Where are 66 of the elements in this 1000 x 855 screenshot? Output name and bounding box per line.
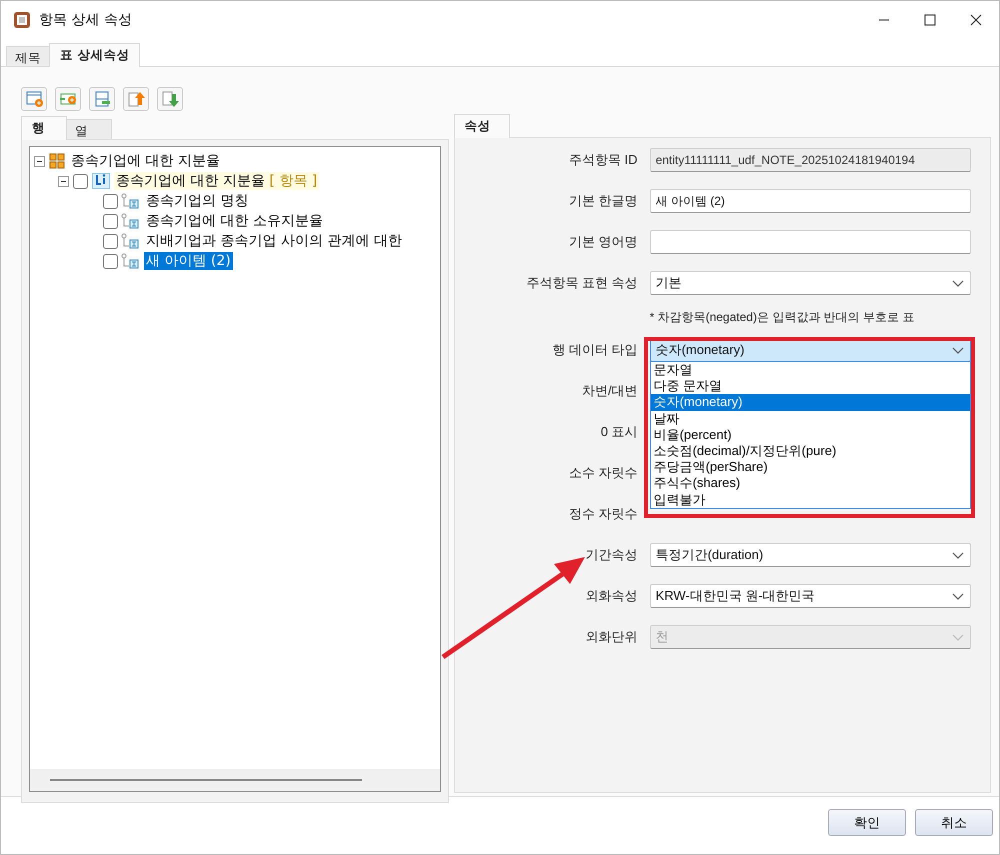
note-text: * 차감항목(negated)은 입력값과 반대의 부호로 표 — [650, 308, 916, 326]
field-label: 외화단위 — [586, 628, 638, 646]
move-up-button[interactable] — [123, 87, 149, 111]
tree-item[interactable]: 종속기업의 명칭 — [144, 192, 250, 210]
field-icon — [120, 233, 140, 249]
dropdown-option[interactable]: 날짜 — [650, 410, 970, 427]
insert-row-button[interactable] — [55, 87, 81, 111]
tree-item[interactable]: 새 아이템 (2) — [144, 252, 233, 270]
field-label: 정수 자릿수 — [568, 505, 638, 523]
field-label: 주석항목 표현 속성 — [526, 274, 638, 292]
collapse-toggle[interactable] — [34, 156, 45, 166]
text-field[interactable] — [650, 230, 971, 254]
field-label: 차변/대변 — [582, 382, 638, 400]
checkbox[interactable] — [103, 214, 118, 228]
dropdown-option[interactable]: 문자열 — [650, 362, 970, 378]
field-label: 기간속성 — [586, 546, 638, 564]
checkbox[interactable] — [103, 234, 118, 248]
tree-item[interactable]: 종속기업에 대한 지분율 — [69, 152, 222, 170]
collapse-toggle[interactable] — [58, 176, 69, 186]
checkbox[interactable] — [103, 254, 118, 268]
app-icon — [13, 11, 31, 29]
dropdown[interactable]: KRW-대한민국 원-대한민국 — [650, 584, 971, 608]
field-label: 기본 한글명 — [568, 192, 638, 210]
field-label: 행 데이터 타입 — [552, 341, 638, 359]
tab[interactable]: 표 상세속성 — [49, 43, 140, 67]
field-label: 소수 자릿수 — [568, 464, 638, 482]
delete-row-icon — [92, 90, 112, 108]
field-icon — [120, 213, 140, 229]
move-down-button[interactable] — [157, 87, 183, 111]
close-icon — [970, 14, 982, 26]
dropdown-option[interactable]: 입력불가 — [650, 492, 970, 508]
dropdown-option[interactable]: 소숫점(decimal)/지정단위(pure) — [650, 442, 970, 460]
move-down-icon — [160, 90, 180, 108]
tab[interactable]: 열 — [66, 119, 112, 139]
list-icon — [95, 174, 107, 185]
dropdown[interactable]: 기본 — [650, 271, 971, 295]
maximize-icon — [924, 14, 936, 26]
cancel-button[interactable]: 취소 — [915, 809, 993, 836]
ok-button[interactable]: 확인 — [828, 809, 906, 836]
tab[interactable]: 제목 — [6, 46, 50, 66]
move-up-icon — [126, 90, 146, 108]
field-label: 외화속성 — [586, 587, 638, 605]
dropdown-option[interactable]: 주식수(shares) — [650, 475, 970, 492]
dropdown-option[interactable]: 비율(percent) — [650, 426, 970, 443]
checkbox[interactable] — [73, 174, 88, 188]
delete-row-button[interactable] — [89, 87, 115, 111]
dropdown-option[interactable]: 주당금액(perShare) — [650, 459, 970, 476]
tree-item[interactable]: 종속기업에 대한 지분율 [ 항목 ] — [114, 172, 320, 190]
add-row-icon — [24, 90, 44, 108]
grid-icon — [49, 153, 65, 169]
dropdown-option[interactable]: 다중 문자열 — [650, 378, 970, 394]
field-label: 주석항목 ID — [568, 151, 638, 169]
text-field[interactable]: 새 아이템 (2) — [650, 189, 971, 213]
tree-item[interactable]: 종속기업에 대한 소유지분율 — [144, 212, 325, 230]
tree-item[interactable]: 지배기업과 종속기업 사이의 관계에 대한 — [144, 232, 404, 250]
checkbox[interactable] — [103, 194, 118, 208]
dropdown[interactable]: 특정기간(duration) — [650, 543, 971, 567]
tab[interactable]: 속성 — [454, 114, 510, 138]
field-label: 0 표시 — [600, 423, 638, 441]
tab[interactable]: 행 — [21, 116, 67, 140]
field-icon — [120, 193, 140, 209]
field-label: 기본 영어명 — [568, 233, 638, 251]
dropdown-option[interactable]: 숫자(monetary) — [650, 394, 970, 411]
window-title: 항목 상세 속성 — [39, 11, 132, 29]
add-row-button[interactable] — [21, 87, 47, 111]
field-icon — [120, 253, 140, 269]
